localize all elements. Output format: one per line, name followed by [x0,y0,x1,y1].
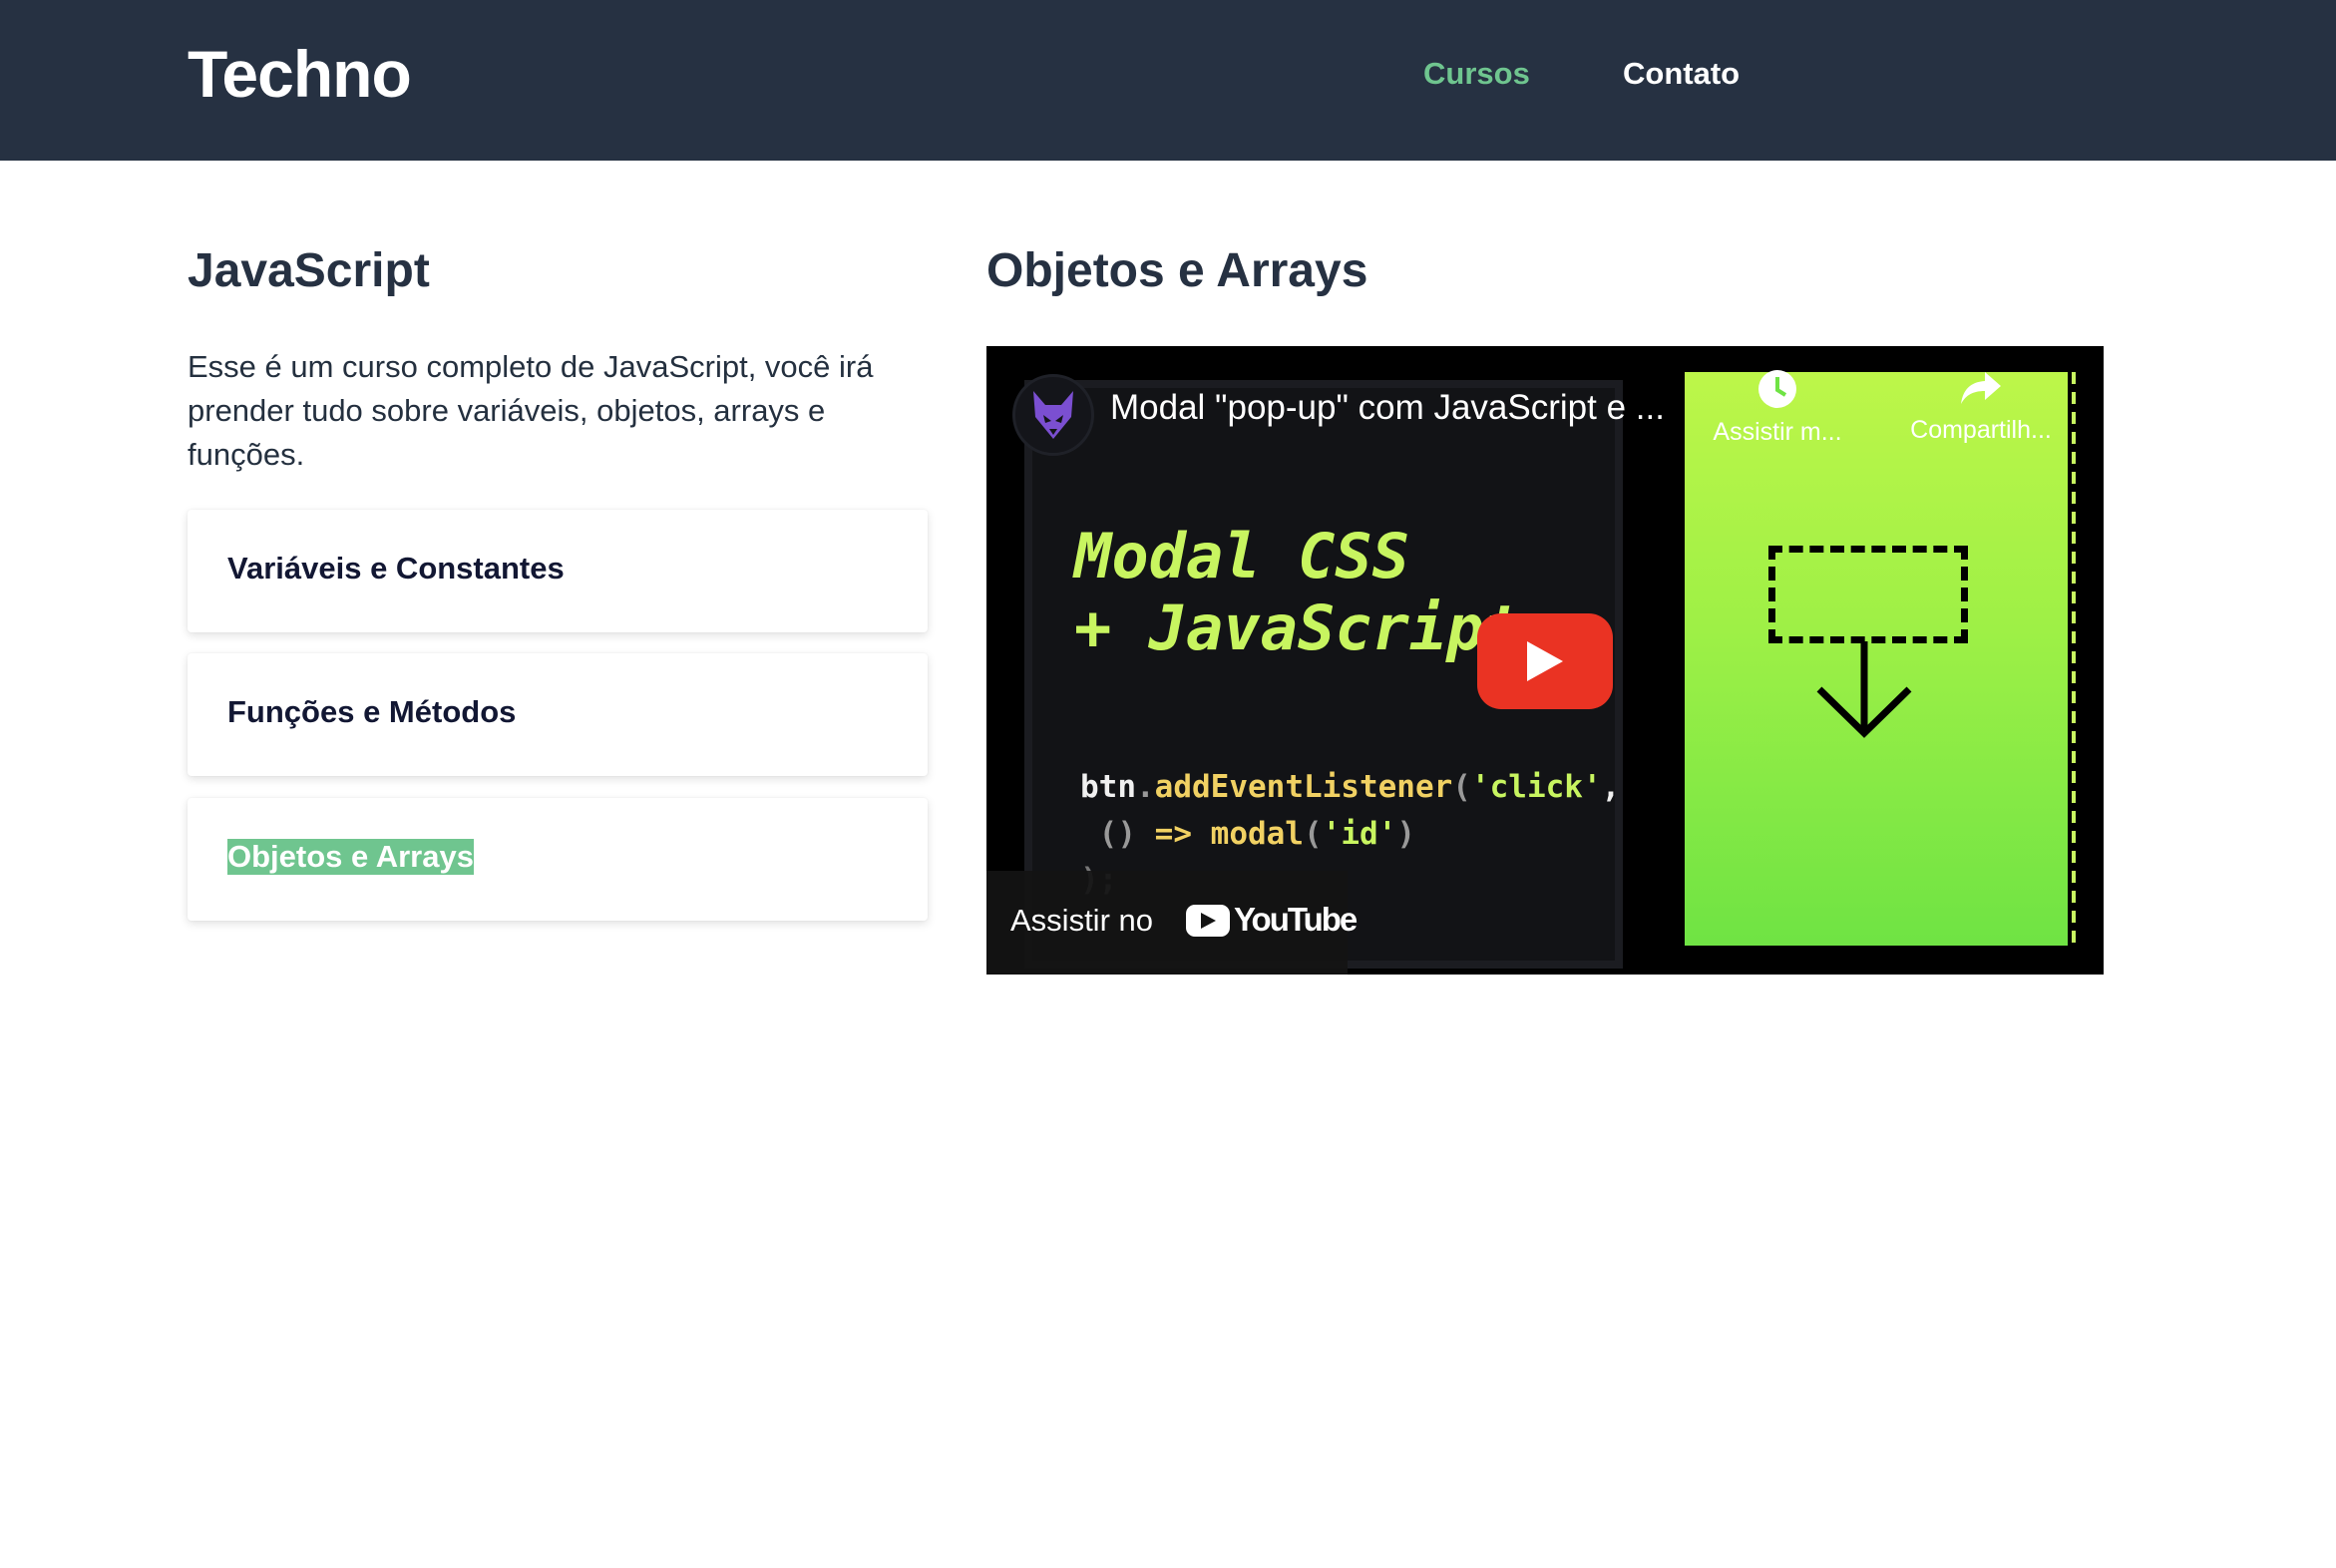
thumbnail-headline: + JavaScript [1074,591,1521,664]
wolf-logo-icon [1033,391,1073,439]
arrow-down-icon [1816,641,1912,738]
site-header: Techno Cursos Contato [0,0,2336,161]
lesson-item-label: Objetos e Arrays [227,839,474,875]
course-title: JavaScript [188,244,430,297]
video-embed[interactable]: Modal CSS + JavaScript btn.addEventListe… [986,346,2104,975]
share-icon [1961,372,2001,404]
thumbnail-code-line: btn.addEventListener('click', [1080,769,1621,805]
share-label: Compartilh... [1910,416,2052,444]
clock-icon [1758,370,1796,408]
watch-on-youtube-button[interactable]: Assistir no YouTube [986,871,1358,975]
lesson-heading: Objetos e Arrays [986,244,1368,297]
lesson-item-label: Variáveis e Constantes [227,551,565,586]
watch-on-label: Assistir no [1010,903,1153,938]
site-logo[interactable]: Techno [188,36,412,112]
dashed-divider [2072,372,2076,946]
lesson-item-objetos[interactable]: Objetos e Arrays [188,798,928,921]
watch-later-label: Assistir m... [1713,418,1842,446]
share-button[interactable]: Compartilh... [1896,368,2066,445]
nav-link-cursos[interactable]: Cursos [1423,56,1530,92]
nav-link-contato[interactable]: Contato [1623,56,1740,92]
youtube-logo-icon [1186,905,1230,937]
course-description: Esse é um curso completo de JavaScript, … [188,349,874,472]
youtube-wordmark: YouTube [1234,901,1358,938]
lesson-item-variaveis[interactable]: Variáveis e Constantes [188,510,928,632]
thumbnail-code-line: () => modal('id') [1080,816,1415,852]
lesson-item-label: Funções e Métodos [227,694,517,729]
lesson-item-funcoes[interactable]: Funções e Métodos [188,653,928,776]
video-title[interactable]: Modal "pop-up" com JavaScript e ... [1110,388,1669,428]
channel-avatar[interactable] [1012,374,1094,456]
play-button[interactable] [1477,613,1613,709]
watch-later-button[interactable]: Assistir m... [1698,368,1857,447]
play-icon [1527,641,1563,681]
dashed-modal-box [1768,546,1968,643]
thumbnail-headline: Modal CSS [1074,520,1409,592]
